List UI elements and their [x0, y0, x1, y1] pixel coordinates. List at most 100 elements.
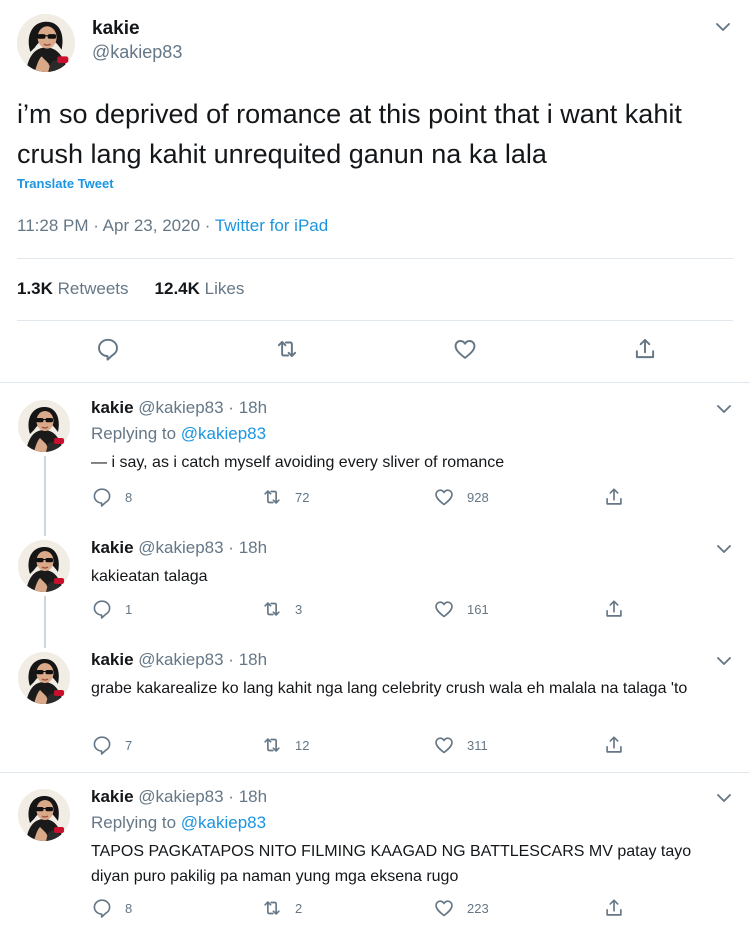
share-icon[interactable]: [632, 336, 658, 362]
reply-count: 8: [125, 900, 133, 916]
reply-count: 7: [125, 737, 133, 753]
tweet-header: kakie @kakiep83 · 18h: [91, 398, 267, 418]
share-action[interactable]: [603, 897, 625, 919]
display-name[interactable]: kakie: [92, 18, 140, 40]
retweet-icon: [261, 598, 283, 620]
heart-icon[interactable]: [452, 336, 478, 362]
retweet-action[interactable]: 12: [261, 734, 309, 756]
handle-time[interactable]: @kakiep83 · 18h: [138, 787, 267, 806]
tweet-actions: 1 3 161: [91, 598, 651, 622]
share-action[interactable]: [603, 734, 625, 756]
retweet-action[interactable]: 2: [261, 897, 302, 919]
retweet-icon: [261, 486, 283, 508]
divider: [0, 382, 750, 383]
likes-count: 12.4K: [154, 279, 200, 298]
main-tweet: kakie @kakiep83 i’m so deprived of roman…: [0, 0, 750, 382]
like-count: 161: [467, 601, 489, 617]
retweet-count: 12: [295, 737, 310, 753]
divider: [17, 258, 733, 259]
reply-tweet[interactable]: kakie @kakiep83 · 18h kakieatan talaga 1…: [0, 524, 750, 636]
handle-time[interactable]: @kakiep83 · 18h: [138, 650, 267, 669]
heart-icon: [433, 734, 455, 756]
reply-action[interactable]: 7: [91, 734, 132, 756]
like-action[interactable]: 223: [433, 897, 489, 919]
speech-bubble-icon[interactable]: [95, 336, 121, 362]
handle-time[interactable]: @kakiep83 · 18h: [138, 538, 267, 557]
share-icon: [603, 734, 625, 756]
display-name[interactable]: kakie: [91, 650, 134, 669]
divider: [17, 320, 733, 321]
share-icon: [603, 897, 625, 919]
display-name[interactable]: kakie: [91, 787, 134, 806]
replying-to: Replying to @kakiep83: [91, 813, 266, 833]
retweets-count: 1.3K: [17, 279, 53, 298]
like-action[interactable]: 311: [433, 734, 488, 756]
avatar[interactable]: [18, 652, 70, 704]
tweet-source[interactable]: Twitter for iPad: [215, 216, 328, 235]
speech-bubble-icon: [91, 598, 113, 620]
like-count: 928: [467, 489, 489, 505]
heart-icon: [433, 486, 455, 508]
tweet-header: kakie @kakiep83 · 18h: [91, 787, 267, 807]
retweet-count: 72: [295, 489, 310, 505]
retweet-action[interactable]: 3: [261, 598, 302, 620]
avatar[interactable]: [18, 789, 70, 841]
reply-tweet[interactable]: kakie @kakiep83 · 18h grabe kakarealize …: [0, 636, 750, 770]
thread-line: [44, 636, 46, 648]
tweet-actions: 8 72 928: [91, 486, 651, 510]
replying-to-link[interactable]: @kakiep83: [181, 424, 266, 443]
tweet-header: kakie @kakiep83 · 18h: [91, 650, 267, 670]
chevron-down-icon[interactable]: [713, 400, 735, 418]
tweet-actions: 8 2 223: [91, 897, 651, 921]
retweet-count: 2: [295, 900, 303, 916]
retweet-icon[interactable]: [274, 336, 300, 362]
display-name[interactable]: kakie: [91, 538, 134, 557]
likes-label: Likes: [204, 279, 245, 298]
retweets-label: Retweets: [57, 279, 129, 298]
tweet-timestamp: 11:28 PM · Apr 23, 2020 · Twitter for iP…: [17, 216, 328, 236]
retweet-action[interactable]: 72: [261, 486, 309, 508]
chevron-down-icon[interactable]: [713, 652, 735, 670]
translate-tweet-link[interactable]: Translate Tweet: [17, 176, 114, 191]
replying-to-label: Replying to: [91, 813, 181, 832]
share-action[interactable]: [603, 598, 625, 620]
heart-icon: [433, 897, 455, 919]
heart-icon: [433, 598, 455, 620]
chevron-down-icon[interactable]: [712, 18, 734, 36]
chevron-down-icon[interactable]: [713, 540, 735, 558]
reply-action[interactable]: 8: [91, 897, 132, 919]
likes-stat[interactable]: 12.4K Likes: [155, 279, 245, 299]
like-count: 311: [467, 737, 488, 753]
replying-to-link[interactable]: @kakiep83: [181, 813, 266, 832]
share-action[interactable]: [603, 486, 625, 508]
reply-action[interactable]: 1: [91, 598, 132, 620]
display-name[interactable]: kakie: [91, 398, 134, 417]
like-action[interactable]: 161: [433, 598, 489, 620]
retweet-icon: [261, 897, 283, 919]
speech-bubble-icon: [91, 897, 113, 919]
share-icon: [603, 486, 625, 508]
chevron-down-icon[interactable]: [713, 789, 735, 807]
tweet-time[interactable]: 11:28 PM · Apr 23, 2020 ·: [17, 216, 215, 235]
replying-to-label: Replying to: [91, 424, 181, 443]
tweet-text: TAPOS PAGKATAPOS NITO FILMING KAAGAD NG …: [91, 843, 692, 885]
avatar[interactable]: [18, 400, 70, 452]
reply-action[interactable]: 8: [91, 486, 132, 508]
retweet-count: 3: [295, 601, 303, 617]
reply-tweet[interactable]: kakie @kakiep83 · 18h Replying to @kakie…: [0, 384, 750, 524]
reply-tweet[interactable]: kakie @kakiep83 · 18h Replying to @kakie…: [0, 773, 750, 937]
replying-to: Replying to @kakiep83: [91, 424, 266, 444]
tweet-text: kakieatan talaga: [91, 568, 208, 585]
tweet-text: — i say, as i catch myself avoiding ever…: [91, 454, 505, 471]
tweet-header: kakie @kakiep83 · 18h: [91, 538, 267, 558]
thread-line: [44, 524, 46, 536]
avatar[interactable]: [17, 14, 75, 72]
tweet-text: grabe kakarealize ko lang kahit nga lang…: [91, 680, 688, 697]
handle-time[interactable]: @kakiep83 · 18h: [138, 398, 267, 417]
user-handle[interactable]: @kakiep83: [92, 42, 182, 63]
speech-bubble-icon: [91, 486, 113, 508]
retweets-stat[interactable]: 1.3K Retweets: [17, 279, 129, 299]
engagement-stats: 1.3K Retweets 12.4K Likes: [17, 279, 244, 299]
avatar[interactable]: [18, 540, 70, 592]
like-action[interactable]: 928: [433, 486, 489, 508]
